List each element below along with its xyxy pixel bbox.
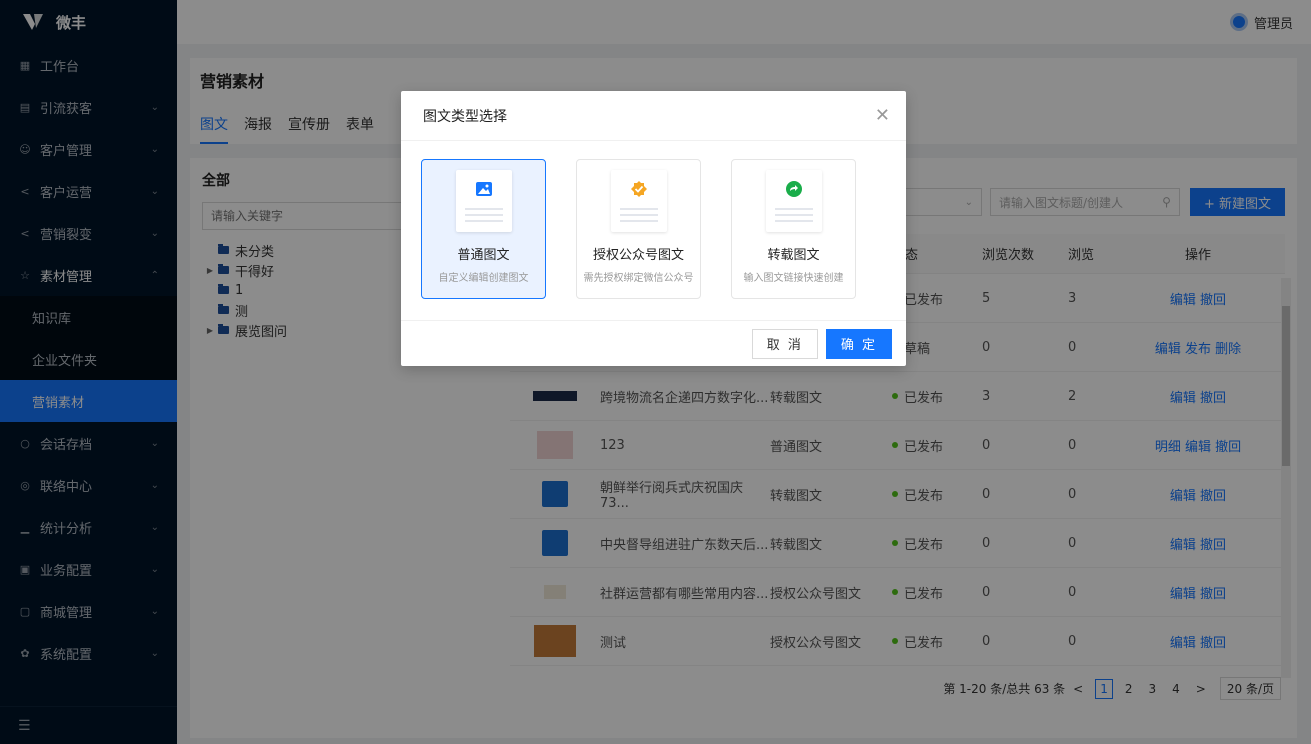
modal-header: 图文类型选择 ✕ <box>401 91 906 141</box>
card-title: 授权公众号图文 <box>592 248 684 263</box>
type-card-normal[interactable]: 普通图文 自定义编辑创建图文 <box>421 159 546 299</box>
document-thumbnail <box>455 170 512 232</box>
card-desc: 输入图文链接快速创建 <box>743 273 844 284</box>
doc-line <box>619 208 658 210</box>
close-icon[interactable]: ✕ <box>875 105 890 126</box>
document-thumbnail <box>765 170 822 232</box>
image-icon <box>475 180 493 198</box>
doc-line <box>774 208 813 210</box>
doc-line <box>464 220 503 222</box>
doc-line <box>464 208 503 210</box>
forward-icon <box>785 180 803 198</box>
card-desc: 需先授权绑定微信公众号 <box>583 273 694 284</box>
card-title: 转载图文 <box>767 248 820 263</box>
card-desc: 自定义编辑创建图文 <box>438 273 529 284</box>
cancel-button[interactable]: 取 消 <box>751 328 818 359</box>
type-cards: 普通图文 自定义编辑创建图文 授权公众号图文 需先授权绑定微信公众号 转载图文 … <box>401 141 906 299</box>
confirm-button[interactable]: 确 定 <box>825 328 892 359</box>
doc-line <box>619 214 658 216</box>
type-card-repost[interactable]: 转载图文 输入图文链接快速创建 <box>731 159 856 299</box>
doc-line <box>774 214 813 216</box>
badge-check-icon <box>630 180 648 198</box>
modal-footer: 取 消 确 定 <box>401 320 906 366</box>
article-type-modal: 图文类型选择 ✕ 普通图文 自定义编辑创建图文 授权公众号图文 需先授权绑定微信… <box>401 91 906 366</box>
card-title: 普通图文 <box>457 248 510 263</box>
doc-line <box>464 214 503 216</box>
doc-line <box>619 220 658 222</box>
doc-line <box>774 220 813 222</box>
document-thumbnail <box>610 170 667 232</box>
type-card-authorized[interactable]: 授权公众号图文 需先授权绑定微信公众号 <box>576 159 701 299</box>
modal-title: 图文类型选择 <box>423 108 507 125</box>
